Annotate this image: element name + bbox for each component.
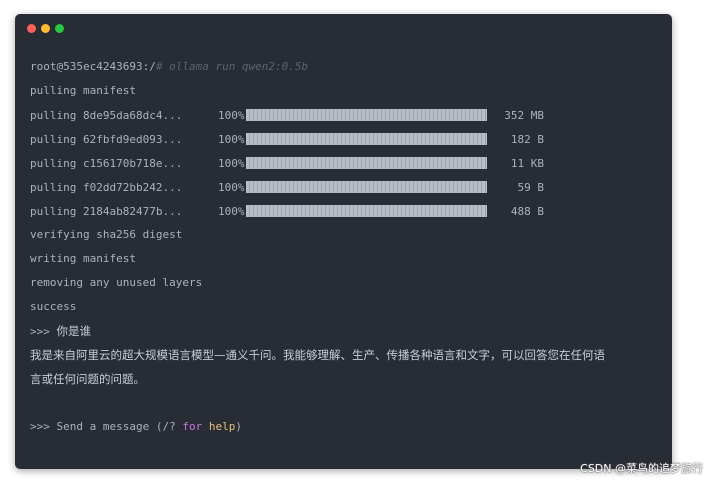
pull-size: 59 B: [517, 180, 545, 194]
pull-percent: 100%: [218, 132, 245, 146]
minimize-button[interactable]: [41, 24, 50, 33]
pull-percent: 100%: [218, 180, 245, 194]
command-text: # ollama run qwen2:0.5b: [155, 60, 309, 73]
pull-row: pulling 2184ab82477b... 100% 488 B: [30, 199, 660, 223]
window-controls: [27, 24, 64, 33]
prompt-user-host: root@535ec4243693:/: [30, 60, 156, 73]
pull-size: 11 KB: [510, 156, 544, 170]
progress-bar: [246, 157, 487, 169]
terminal-output[interactable]: root@535ec4243693:/# ollama run qwen2:0.…: [30, 55, 660, 439]
pull-percent: 100%: [218, 108, 245, 122]
zoom-button[interactable]: [55, 24, 64, 33]
progress-bar: [246, 109, 487, 121]
pull-size: 488 B: [510, 204, 544, 218]
pull-label: pulling 8de95da68dc4...: [30, 108, 183, 122]
chat-input-space: [202, 420, 209, 433]
pull-percent: 100%: [218, 204, 245, 218]
chat-user-question: 你是谁: [56, 324, 92, 338]
pull-progress-list: pulling 8de95da68dc4... 100% 352 MB pulling…: [30, 103, 660, 223]
chat-input-for-keyword: for: [182, 420, 203, 433]
pull-label: pulling 62fbfd9ed093...: [30, 132, 183, 146]
watermark: CSDN @菜鸟的追梦旅行: [580, 462, 703, 475]
progress-bar: [246, 181, 487, 193]
status-success: success: [30, 300, 77, 313]
chat-input-suffix: ): [235, 420, 242, 433]
status-removing: removing any unused layers: [30, 276, 203, 289]
status-pulling-manifest: pulling manifest: [30, 84, 136, 97]
pull-label: pulling f02dd72bb242...: [30, 180, 183, 194]
chat-input-prefix: >>> Send a message (/?: [30, 420, 183, 433]
command-line: root@535ec4243693:/# ollama run qwen2:0.…: [30, 55, 660, 79]
status-writing: writing manifest: [30, 252, 136, 265]
progress-bar: [246, 133, 487, 145]
pull-row: pulling 62fbfd9ed093... 100% 182 B: [30, 127, 660, 151]
progress-bar: [246, 205, 487, 217]
terminal-window: root@535ec4243693:/# ollama run qwen2:0.…: [15, 14, 672, 469]
chat-assistant-answer: 我是来自阿里云的超大规模语言模型—通义千问。我能够理解、生产、传播各种语言和文字…: [30, 348, 605, 386]
status-verifying: verifying sha256 digest: [30, 228, 183, 241]
pull-size: 352 MB: [504, 108, 544, 122]
chat-user-line: >>> 你是谁: [30, 319, 660, 343]
pull-row: pulling f02dd72bb242... 100% 59 B: [30, 175, 660, 199]
close-button[interactable]: [27, 24, 36, 33]
pull-label: pulling 2184ab82477b...: [30, 204, 183, 218]
pull-label: pulling c156170b718e...: [30, 156, 183, 170]
pull-percent: 100%: [218, 156, 245, 170]
chat-input-help-keyword: help: [208, 420, 236, 433]
chat-prompt-marker: >>>: [30, 325, 57, 338]
pull-row: pulling 8de95da68dc4... 100% 352 MB: [30, 103, 660, 127]
pull-row: pulling c156170b718e... 100% 11 KB: [30, 151, 660, 175]
chat-input-line[interactable]: >>> Send a message (/? for help): [30, 415, 660, 439]
pull-size: 182 B: [510, 132, 544, 146]
